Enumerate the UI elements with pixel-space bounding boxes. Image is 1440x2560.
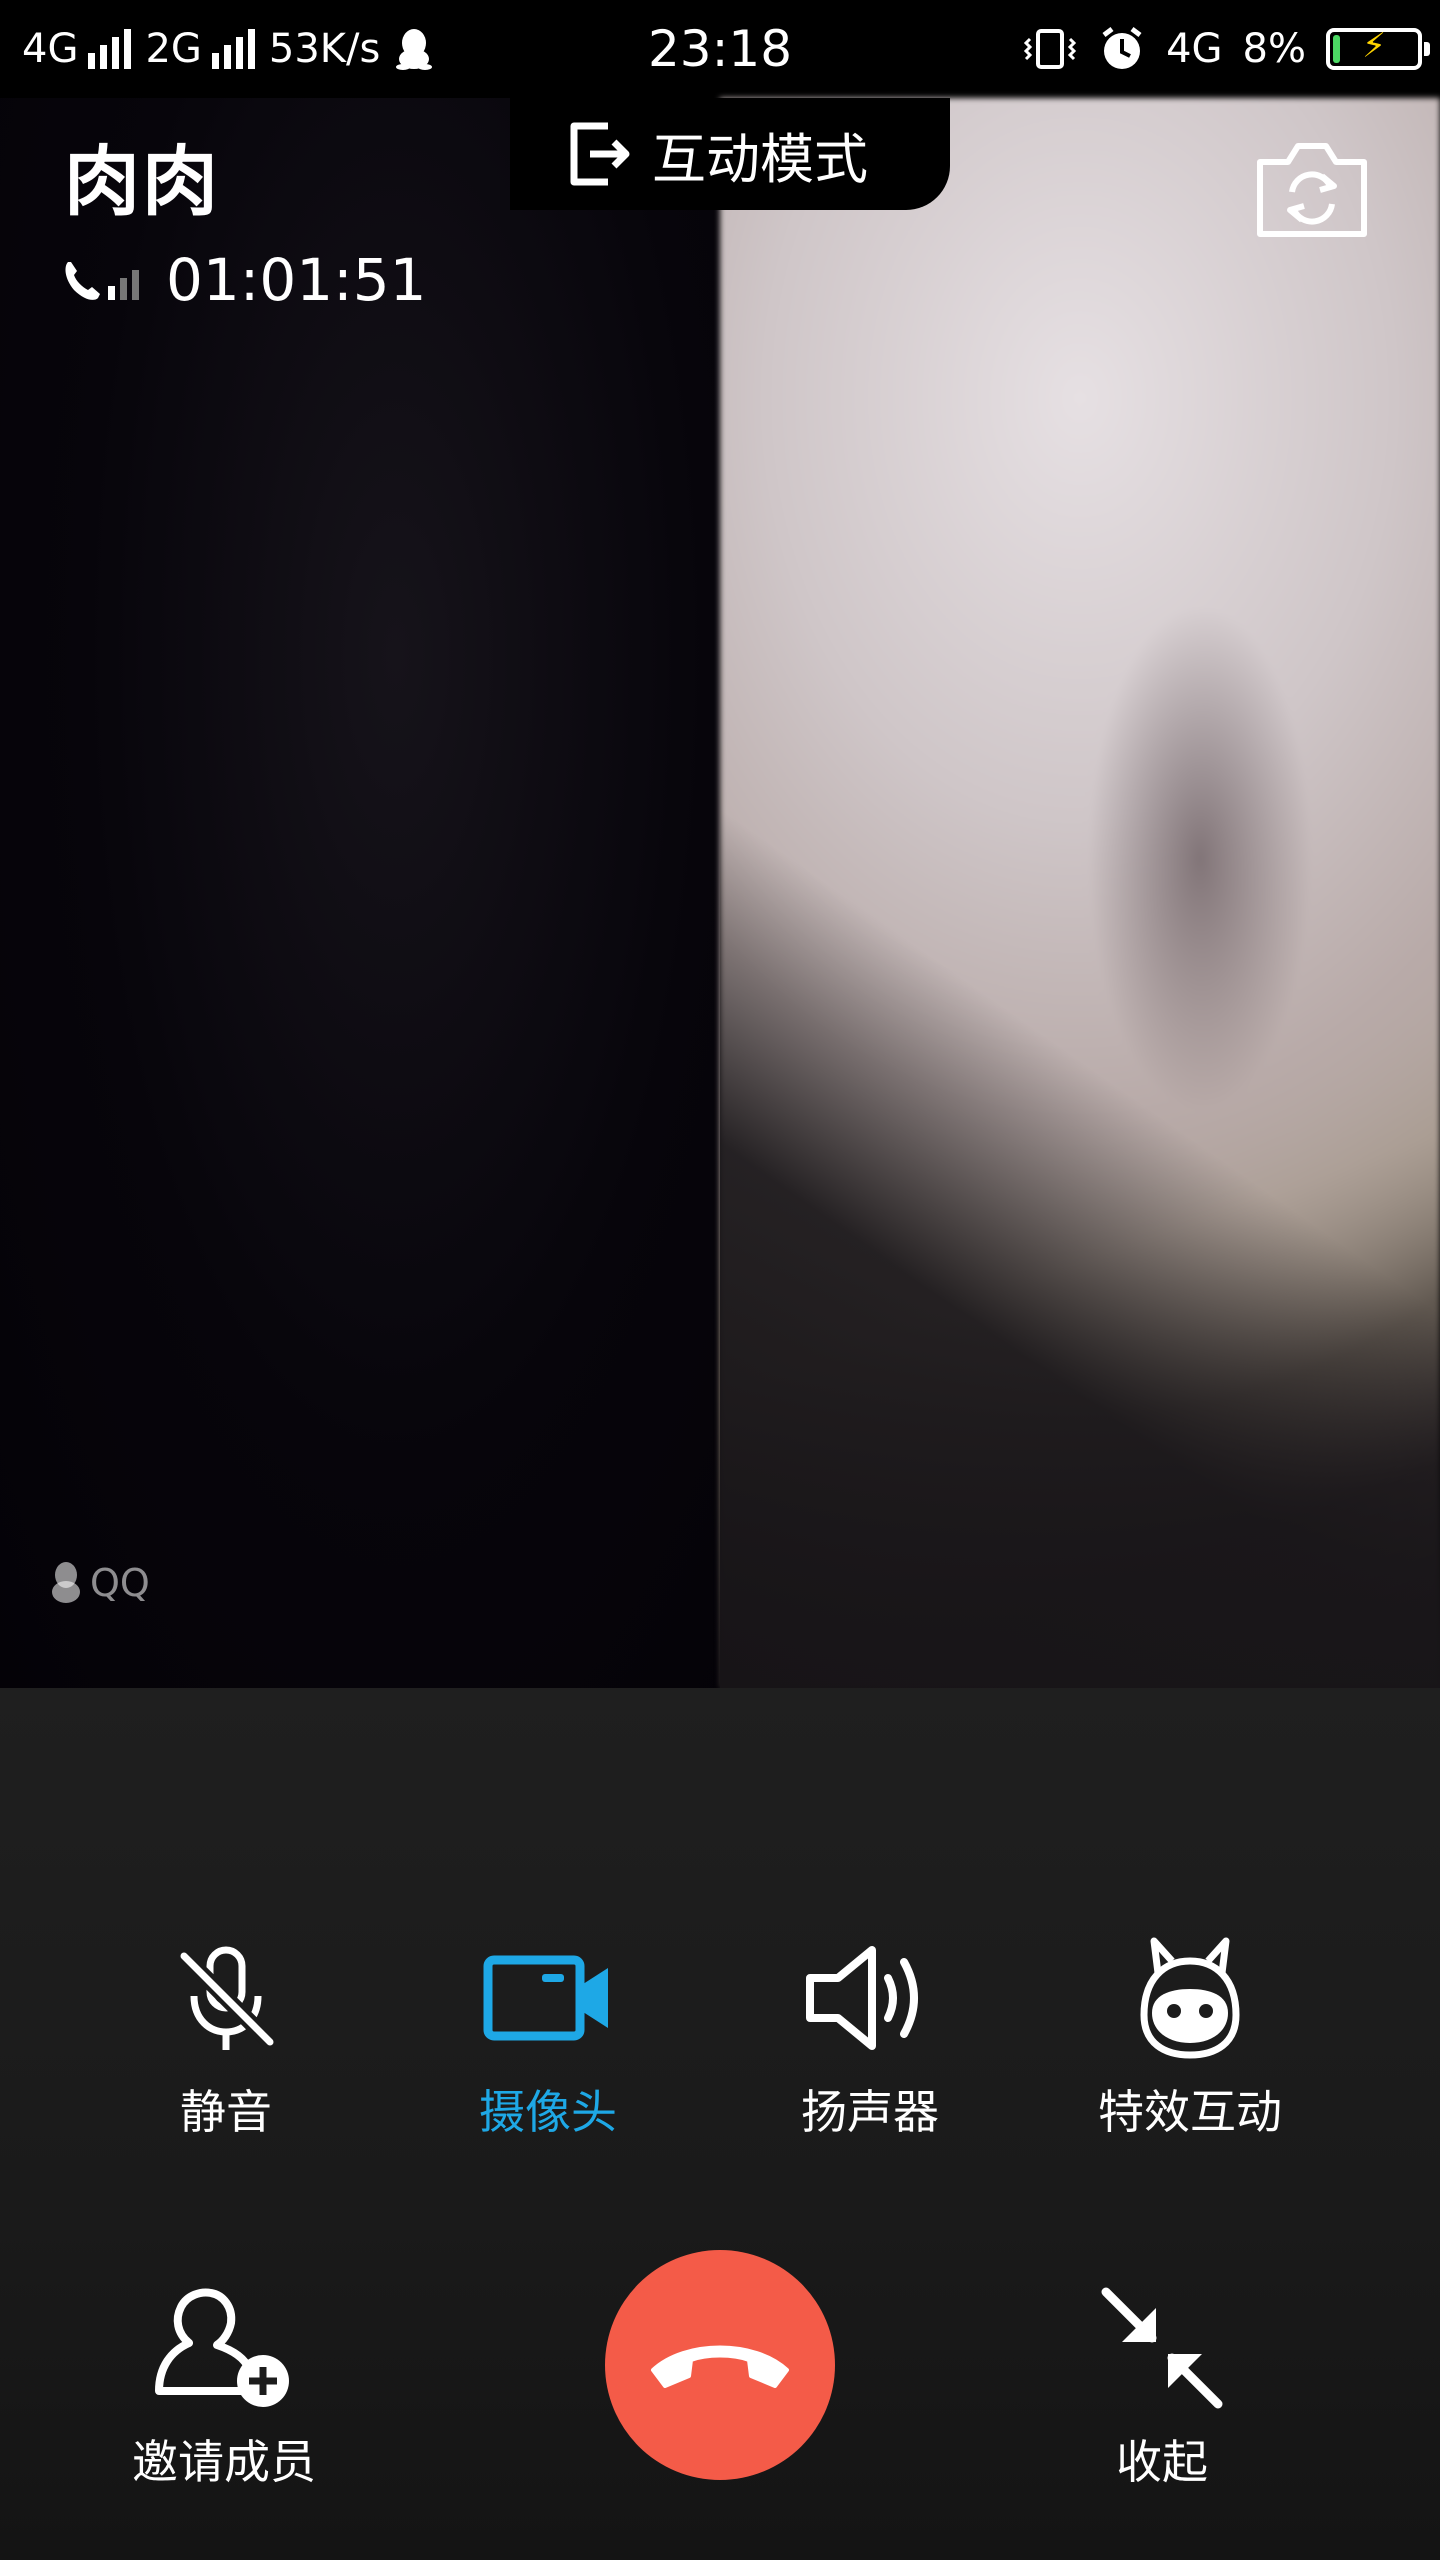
hang-up-icon [651, 2345, 789, 2388]
watermark-text: QQ [90, 1561, 150, 1605]
interactive-mode-label: 互动模式 [652, 127, 868, 191]
call-info: 01:01:51 [62, 246, 427, 314]
video-camera-icon [483, 1955, 608, 2041]
control-panel: 静音 摄像头 扬声器 特效互动 邀请成员 收起 [0, 1688, 1440, 2560]
remote-video-shadow [720, 98, 1440, 1688]
mute-button[interactable]: 静音 [76, 1928, 376, 2142]
speaker-label: 扬声器 [801, 2085, 939, 2139]
qq-logo-icon [52, 1562, 80, 1603]
invite-member-button[interactable]: 邀请成员 [74, 2278, 374, 2492]
add-user-icon [155, 2288, 289, 2407]
battery-icon: ⚡ [1326, 26, 1430, 70]
interactive-mode-button[interactable]: 互动模式 [510, 98, 950, 210]
video-area[interactable]: 肉肉 01:01:51 互动模式 QQ [0, 98, 1440, 1688]
qq-watermark: QQ [48, 1560, 150, 1606]
effects-mascot-icon [1140, 1937, 1240, 2059]
mobile-data-label: 4G [1166, 26, 1223, 72]
collapse-button[interactable]: 收起 [1012, 2278, 1312, 2492]
status-bar: 4G 2G 53K/s 23:18 4G 8% ⚡ [0, 0, 1440, 98]
call-quality-icon [65, 262, 139, 300]
call-timer: 01:01:51 [166, 246, 427, 314]
local-video[interactable] [0, 98, 720, 1688]
speaker-button[interactable]: 扬声器 [720, 1928, 1020, 2142]
camera-label: 摄像头 [479, 2085, 617, 2139]
invite-member-label: 邀请成员 [132, 2435, 316, 2489]
camera-button[interactable]: 摄像头 [398, 1928, 698, 2142]
vibrate-icon [1023, 29, 1077, 69]
hang-up-button[interactable] [605, 2250, 835, 2480]
charging-icon: ⚡ [1362, 26, 1386, 66]
switch-camera-button[interactable] [1250, 134, 1374, 244]
collapse-label: 收起 [1116, 2435, 1208, 2489]
effects-label: 特效互动 [1098, 2085, 1282, 2139]
mute-label: 静音 [180, 2085, 272, 2139]
exit-icon [570, 122, 630, 186]
alarm-icon [1102, 27, 1142, 69]
speaker-icon [806, 1946, 918, 2050]
caller-name: 肉肉 [64, 137, 220, 226]
effects-button[interactable]: 特效互动 [1040, 1928, 1340, 2142]
battery-percent: 8% [1242, 26, 1306, 72]
status-right: 4G 8% ⚡ [1022, 0, 1430, 98]
collapse-arrows-icon [1101, 2287, 1223, 2409]
mic-muted-icon [178, 1946, 276, 2050]
